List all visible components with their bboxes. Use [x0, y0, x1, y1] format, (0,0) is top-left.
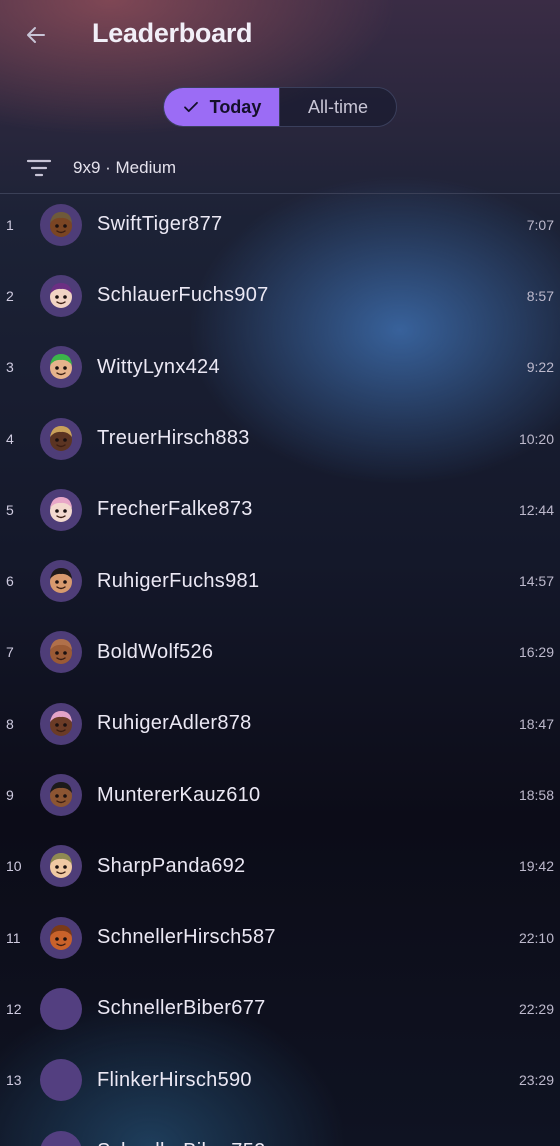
leaderboard-row[interactable]: 13 FlinkerHirsch590 23:29: [0, 1045, 560, 1116]
leaderboard-row[interactable]: 1 SwiftTiger877 7:07: [0, 189, 560, 260]
time-range-toggle: Today All-time: [163, 87, 397, 127]
avatar: [40, 631, 82, 674]
solve-time: 18:47: [518, 715, 554, 732]
solve-time: 8:57: [526, 287, 554, 304]
player-name: SharpPanda692: [97, 854, 246, 877]
page-title: Leaderboard: [92, 18, 253, 48]
rank-number: 9: [6, 787, 14, 804]
back-button[interactable]: [20, 18, 52, 52]
solve-time: 7:07: [526, 216, 554, 233]
avatar: [40, 274, 82, 317]
avatar: [40, 774, 82, 817]
tab-today[interactable]: Today: [164, 88, 280, 126]
player-name: RuhigerAdler878: [97, 712, 252, 735]
player-name: BoldWolf526: [97, 640, 214, 663]
leaderboard-row[interactable]: 9 MuntererKauz610 18:58: [0, 759, 560, 830]
check-icon: [183, 101, 198, 113]
rank-number: 14: [6, 1116, 22, 1146]
leaderboard-row[interactable]: 14 SchnellerBiber752: [0, 1116, 560, 1146]
player-name: RuhigerFuchs981: [97, 569, 260, 592]
avatar: [40, 417, 82, 460]
rank-number: 10: [6, 858, 22, 875]
avatar: [40, 346, 82, 389]
rank-number: 8: [6, 715, 14, 732]
rank-number: 4: [6, 430, 14, 447]
avatar: [40, 203, 82, 246]
rank-number: 7: [6, 644, 14, 661]
player-name: SchnellerHirsch587: [97, 926, 276, 949]
difficulty-filter[interactable]: 9x9 · Medium: [26, 152, 176, 184]
rank-number: 13: [6, 1072, 22, 1089]
solve-time: 12:44: [518, 501, 554, 518]
player-name: MuntererKauz610: [97, 783, 261, 806]
player-name: SchlauerFuchs907: [97, 284, 269, 307]
leaderboard-row[interactable]: 8 RuhigerAdler878 18:47: [0, 688, 560, 759]
rank-number: 6: [6, 573, 14, 590]
player-name: TreuerHirsch883: [97, 427, 250, 450]
rank-number: 3: [6, 359, 14, 376]
avatar: [40, 488, 82, 531]
player-name: FrecherFalke873: [97, 498, 253, 521]
avatar: [40, 1130, 82, 1146]
solve-time: 22:29: [518, 1000, 554, 1017]
avatar: [40, 1059, 82, 1102]
solve-time: 9:22: [526, 359, 554, 376]
leaderboard-row[interactable]: 3 WittyLynx424 9:22: [0, 332, 560, 403]
solve-time: 22:10: [518, 929, 554, 946]
avatar: [40, 916, 82, 959]
rank-number: 11: [6, 929, 21, 946]
solve-time: 23:29: [518, 1072, 554, 1089]
avatar: [40, 702, 82, 745]
leaderboard-row[interactable]: 6 RuhigerFuchs981 14:57: [0, 545, 560, 616]
tab-today-label: Today: [209, 96, 262, 117]
player-name: SchnellerBiber752: [97, 1116, 266, 1146]
player-name: SchnellerBiber677: [97, 997, 266, 1020]
player-name: WittyLynx424: [97, 355, 220, 378]
filter-label: 9x9 · Medium: [73, 158, 176, 177]
tab-all-time-label: All-time: [307, 96, 368, 117]
rank-number: 1: [6, 216, 14, 233]
leaderboard-row[interactable]: 12 SchnellerBiber677 22:29: [0, 973, 560, 1044]
leaderboard-row[interactable]: 11 SchnellerHirsch587 22:10: [0, 902, 560, 973]
solve-time: 14:57: [518, 573, 554, 590]
app-bar: Leaderboard: [0, 0, 560, 72]
leaderboard-list: 1 SwiftTiger877 7:07 2 SchlauerFuchs907 8:57 3…: [0, 189, 560, 1146]
rank-number: 2: [6, 287, 14, 304]
rank-number: 12: [6, 1000, 22, 1017]
leaderboard-row[interactable]: 4 TreuerHirsch883 10:20: [0, 403, 560, 474]
rank-number: 5: [6, 501, 14, 518]
solve-time: 18:58: [518, 787, 554, 804]
filter-icon: [26, 159, 52, 177]
solve-time: 19:42: [518, 858, 554, 875]
tab-all-time[interactable]: All-time: [280, 88, 396, 126]
player-name: SwiftTiger877: [97, 213, 223, 236]
avatar: [40, 987, 82, 1030]
arrow-left-icon: [27, 27, 45, 43]
leaderboard-row[interactable]: 5 FrecherFalke873 12:44: [0, 474, 560, 545]
player-name: FlinkerHirsch590: [97, 1068, 252, 1091]
leaderboard-row[interactable]: 7 BoldWolf526 16:29: [0, 617, 560, 688]
avatar: [40, 560, 82, 603]
solve-time: 10:20: [518, 430, 554, 447]
avatar: [40, 845, 82, 888]
solve-time: 16:29: [518, 644, 554, 661]
leaderboard-row[interactable]: 2 SchlauerFuchs907 8:57: [0, 260, 560, 331]
leaderboard-row[interactable]: 10 SharpPanda692 19:42: [0, 831, 560, 902]
